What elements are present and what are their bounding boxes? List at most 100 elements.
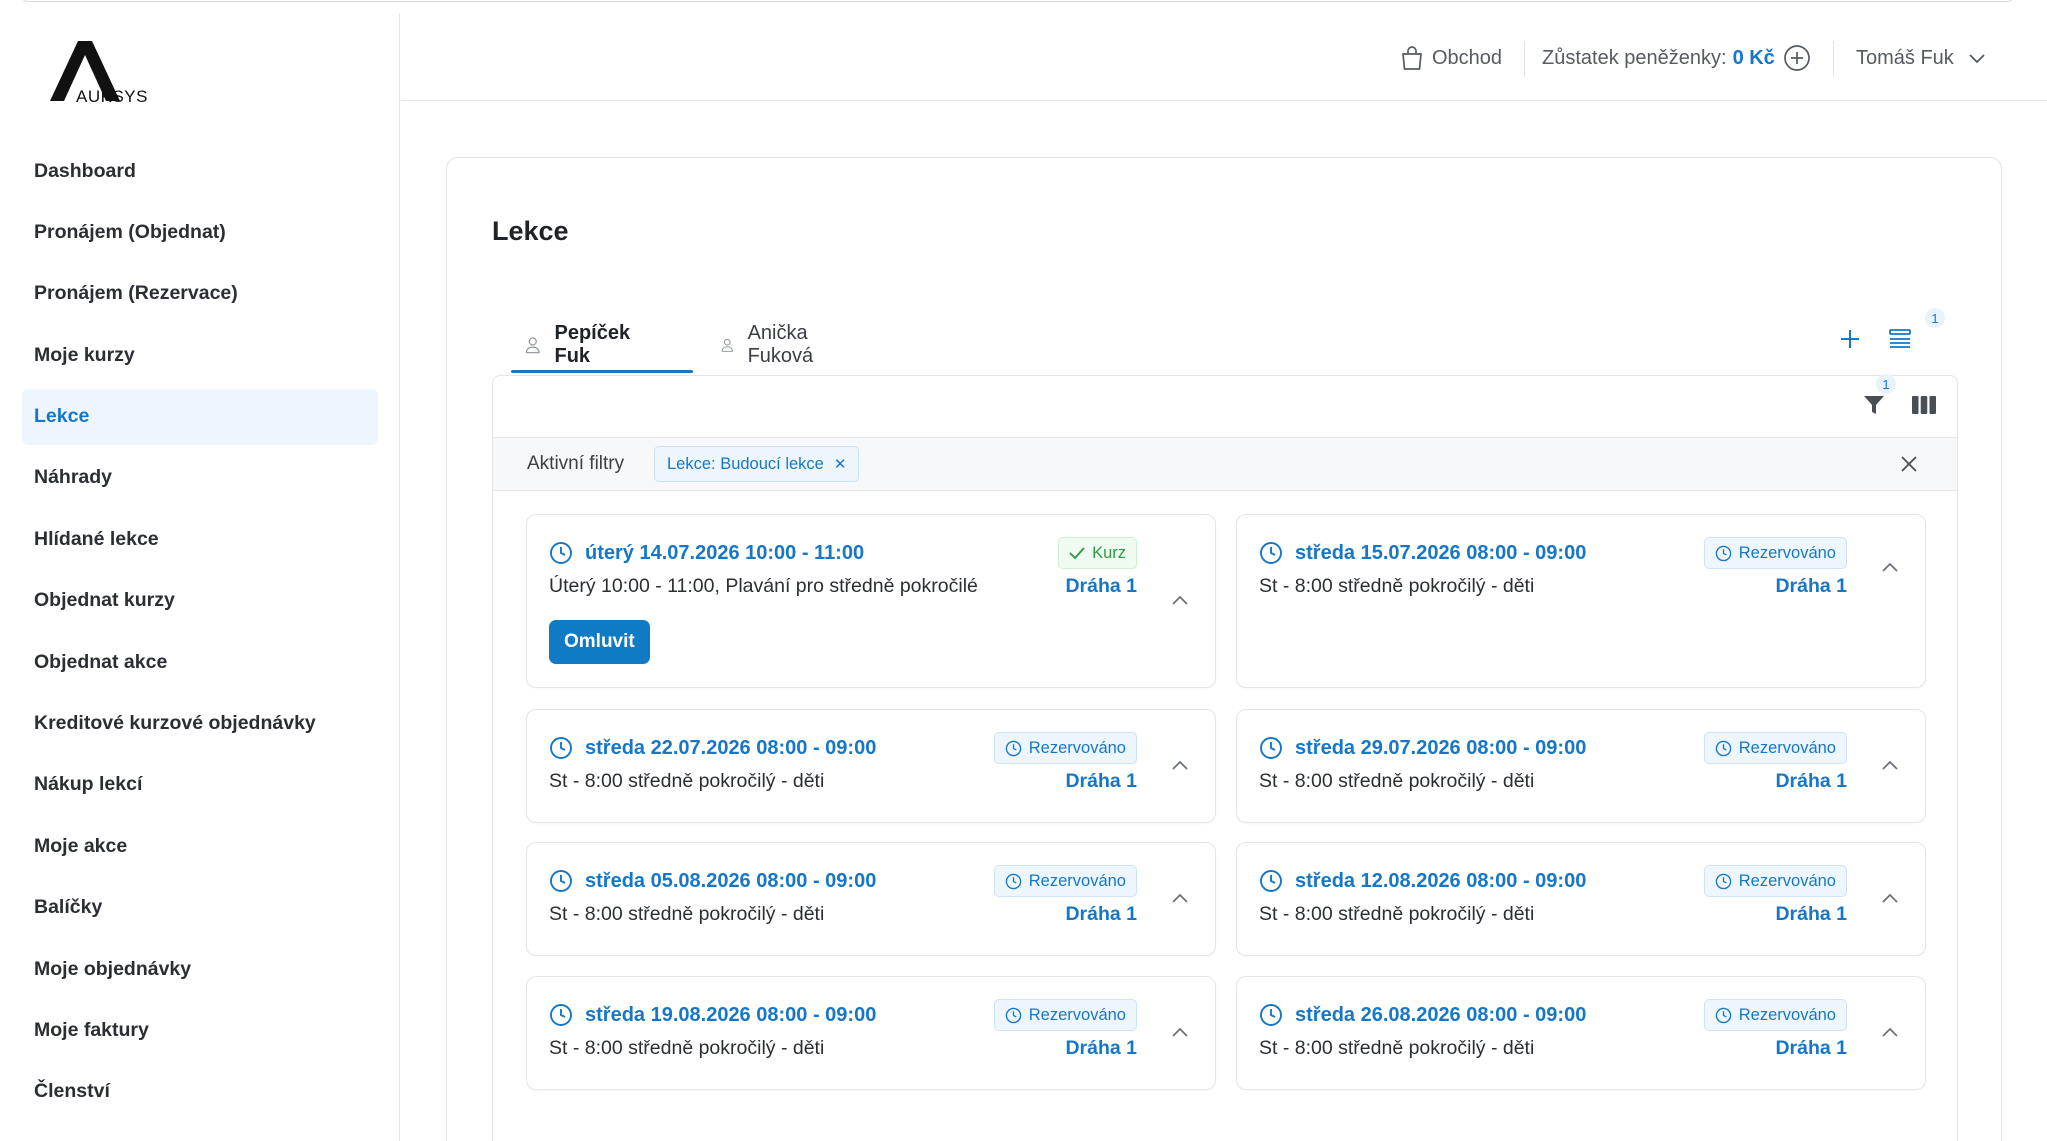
sidebar-item-label: Členství [34,1080,110,1103]
sidebar-item-label: Pronájem (Objednat) [34,220,226,243]
chevron-up-icon [1172,1027,1188,1037]
filter-button[interactable] [1859,390,1889,420]
clock-icon [550,737,572,759]
status-label: Rezervováno [1738,738,1836,757]
collapse-toggle[interactable] [1881,758,1899,776]
lane-label: Dráha 1 [1775,575,1847,597]
sidebar-item-label: Moje faktury [34,1018,149,1041]
user-menu[interactable]: Tomáš Fuk [1856,43,1986,73]
lesson-card[interactable]: středa 26.08.2026 08:00 - 09:00 St - 8:00… [1236,976,1926,1090]
sidebar-item[interactable]: Dashboard [22,143,378,199]
user-name: Tomáš Fuk [1856,46,1954,69]
sidebar-item[interactable]: Náhrady [22,450,378,506]
window-top-strip [0,0,2047,13]
collapse-toggle[interactable] [1881,560,1899,578]
page-title: Lekce [492,216,569,246]
add-button[interactable] [1835,324,1865,354]
lesson-date: středa 05.08.2026 08:00 - 09:00 [549,867,876,895]
sidebar: AUKSYS Dashboard Pronájem (Objednat) Proná… [0,13,400,1141]
lesson-card[interactable]: středa 22.07.2026 08:00 - 09:00 St - 8:00… [526,709,1216,823]
sidebar-item-label: Nákup lekcí [34,773,143,796]
clock-icon [1715,873,1732,889]
sidebar-item[interactable]: Pronájem (Rezervace) [22,266,378,322]
clock-icon [550,542,572,564]
status-label: Rezervováno [1738,871,1836,890]
header-divider [1833,41,1834,77]
logo-text: AUKSYS [76,87,148,106]
clock-icon [550,1004,572,1026]
sidebar-item[interactable]: Moje faktury [22,1002,378,1058]
active-tab-indicator [511,370,693,373]
collapse-toggle[interactable] [1881,1025,1899,1043]
logo[interactable]: AUKSYS [50,41,160,111]
lane-label: Dráha 1 [1775,1037,1847,1059]
clock-icon [1715,740,1732,756]
collapse-toggle[interactable] [1881,891,1899,909]
sidebar-item-label: Moje akce [34,834,128,857]
excuse-button[interactable]: Omluvit [549,620,650,664]
sidebar-item[interactable]: Kreditové kurzové objednávky [22,696,378,752]
tab-pepicek-fuk[interactable]: Pepíček Fuk [525,318,637,372]
shopping-bag-icon [1402,46,1422,70]
status-label: Rezervováno [1738,543,1836,562]
panel-toolbar: 1 [493,374,1957,438]
lesson-card[interactable]: středa 19.08.2026 08:00 - 09:00 St - 8:00… [526,976,1216,1090]
sidebar-item[interactable]: Členské objednávky [22,1125,378,1141]
sidebar-item[interactable]: Moje kurzy [22,327,378,383]
add-funds-icon[interactable] [1783,44,1811,72]
status-label: Rezervováno [1028,738,1126,757]
lesson-card[interactable]: středa 29.07.2026 08:00 - 09:00 St - 8:00… [1236,709,1926,823]
clock-icon [1260,870,1282,892]
lesson-description: St - 8:00 středně pokročilý - děti [549,1037,825,1059]
wallet-label: Zůstatek peněženky: [1542,46,1727,69]
sidebar-item[interactable]: Objednat kurzy [22,573,378,629]
collapse-toggle[interactable] [1171,593,1189,611]
lesson-date-text: středa 26.08.2026 08:00 - 09:00 [1295,1003,1587,1026]
active-filters-label: Aktivní filtry [527,453,625,474]
lesson-date-text: úterý 14.07.2026 10:00 - 11:00 [585,541,865,564]
collapse-toggle[interactable] [1171,891,1189,909]
sidebar-nav: Dashboard Pronájem (Objednat) Pronájem (Re… [22,143,378,1141]
sidebar-item[interactable]: Moje objednávky [22,941,378,997]
lesson-date: středa 15.07.2026 08:00 - 09:00 [1259,539,1586,567]
lesson-card[interactable]: úterý 14.07.2026 10:00 - 11:00 Úterý 10:0… [526,514,1216,688]
check-icon [1069,547,1085,560]
sidebar-item[interactable]: Balíčky [22,880,378,936]
top-header: Obchod Zůstatek peněženky: 0 Kč Tomáš Fu… [401,13,2047,101]
sidebar-item[interactable]: Členství [22,1064,378,1120]
sidebar-item-label: Náhrady [34,466,113,489]
lesson-description: St - 8:00 středně pokročilý - děti [549,903,825,925]
filter-chip[interactable]: Lekce: Budoucí lekce ✕ [654,446,860,482]
list-count-badge: 1 [1925,308,1945,328]
columns-button[interactable] [1909,390,1939,420]
sidebar-item[interactable]: Pronájem (Objednat) [22,204,378,260]
tab-label: Pepíček Fuk [554,322,631,367]
sidebar-item[interactable]: Moje akce [22,818,378,874]
lesson-date-text: středa 15.07.2026 08:00 - 09:00 [1295,541,1587,564]
lesson-card[interactable]: středa 05.08.2026 08:00 - 09:00 St - 8:00… [526,842,1216,956]
tab-anicka-fukova[interactable]: Anička Fuková [721,318,823,372]
sidebar-item[interactable]: Hlídané lekce [22,511,378,567]
lessons-panel: 1 Aktivní filtry Lekce: Budoucí lekce ✕ … [492,374,1958,1141]
wallet-value: 0 Kč [1732,46,1775,69]
clock-icon [1715,545,1732,561]
clear-filters-icon[interactable] [1899,454,1919,474]
sidebar-item[interactable]: Lekce [22,388,378,445]
shop-link[interactable]: Obchod [1401,43,1502,73]
sidebar-item-label: Dashboard [34,159,136,182]
sidebar-item[interactable]: Nákup lekcí [22,757,378,813]
clock-icon [550,870,572,892]
collapse-toggle[interactable] [1171,1025,1189,1043]
list-view-button[interactable] [1885,324,1915,354]
filter-count-badge: 1 [1876,374,1896,394]
collapse-toggle[interactable] [1171,758,1189,776]
lesson-card[interactable]: středa 15.07.2026 08:00 - 09:00 St - 8:00… [1236,514,1926,688]
clock-icon [1005,1007,1022,1023]
remove-filter-icon[interactable]: ✕ [834,455,847,473]
sidebar-item[interactable]: Objednat akce [22,634,378,690]
sidebar-item-label: Moje objednávky [34,957,192,980]
status-badge: Rezervováno [993,999,1137,1031]
lesson-card[interactable]: středa 12.08.2026 08:00 - 09:00 St - 8:00… [1236,842,1926,956]
lesson-date: úterý 14.07.2026 10:00 - 11:00 [549,539,864,567]
clock-icon [1005,740,1022,756]
